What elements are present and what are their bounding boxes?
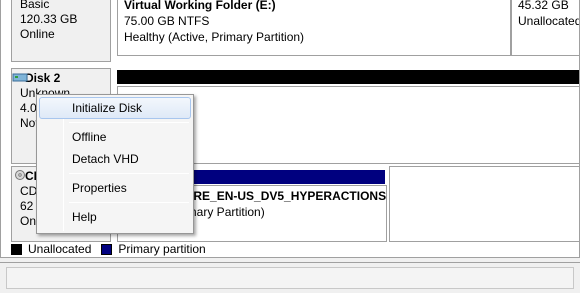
unallocated-status: Unallocated <box>518 14 580 28</box>
unallocated-bar <box>117 70 579 84</box>
unallocated-size: 45.32 GB <box>518 0 569 12</box>
partition-e-title: Virtual Working Folder (E:) <box>124 0 276 12</box>
disk-1-status: Online <box>20 27 55 41</box>
partition-e-detail: 75.00 GB NTFS <box>124 14 210 28</box>
legend-primary: Primary partition <box>118 242 206 256</box>
menu-item-offline[interactable]: Offline <box>39 126 191 148</box>
disk-1-size: 120.33 GB <box>20 12 78 26</box>
disk-icon <box>12 73 28 82</box>
menu-item-help[interactable]: Help <box>39 206 191 228</box>
menu-item-detach-vhd[interactable]: Detach VHD <box>39 148 191 170</box>
disk-1-type: Basic <box>20 0 50 11</box>
menu-item-properties[interactable]: Properties <box>39 177 191 199</box>
cdrom-empty-region <box>389 166 579 242</box>
cdrom-icon <box>15 170 25 180</box>
partition-e[interactable]: Virtual Working Folder (E:) 75.00 GB NTF… <box>117 0 511 56</box>
status-bar <box>0 262 580 293</box>
partition-e-status: Healthy (Active, Primary Partition) <box>124 30 305 44</box>
disk-1-label[interactable]: Basic 120.33 GB Online <box>11 0 111 62</box>
menu-separator <box>69 173 189 174</box>
legend-unallocated: Unallocated <box>28 242 92 256</box>
disk-2-name: Disk 2 <box>25 71 61 85</box>
primary-swatch <box>101 243 113 255</box>
status-cell <box>6 267 574 289</box>
menu-item-initialize-disk[interactable]: Initialize Disk <box>39 97 191 119</box>
legend: Unallocated Primary partition <box>11 240 579 257</box>
menu-separator <box>69 202 189 203</box>
menu-separator <box>69 122 189 123</box>
context-menu: Initialize Disk Offline Detach VHD Prope… <box>36 94 194 234</box>
unallocated-space[interactable]: 45.32 GB Unallocated <box>511 0 580 56</box>
unallocated-swatch <box>11 243 22 255</box>
